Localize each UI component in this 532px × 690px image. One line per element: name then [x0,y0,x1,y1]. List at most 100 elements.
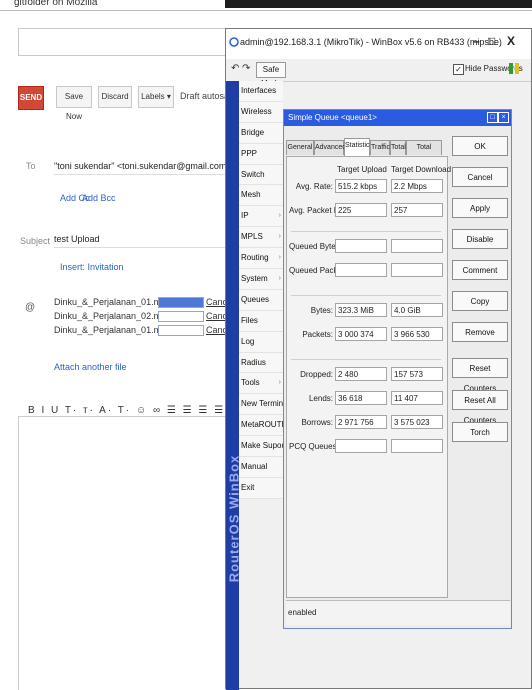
undo-icon[interactable]: ↶ [231,63,239,74]
tab-traffic[interactable]: Traffic [370,140,390,155]
menu-item-manual[interactable]: Manual [239,457,283,478]
menu-item-system[interactable]: System › [239,269,283,290]
save-now-button[interactable]: Save Now [56,86,92,121]
status-text: enabled [288,608,317,617]
group-separator [291,359,441,360]
menu-item-queues[interactable]: Queues [239,289,283,311]
browser-top-text: gitfolder on Mozilla [14,0,98,8]
traffic-yellow-icon [515,63,519,74]
button-torch[interactable]: Torch [452,422,508,442]
menu-item-mesh[interactable]: Mesh [239,185,283,207]
search-input[interactable] [18,28,234,56]
button-apply[interactable]: Apply [452,198,508,218]
field-lends-download[interactable]: 11 407 [391,391,443,405]
tab-advanced[interactable]: Advanced [314,140,346,155]
field-borrows-download[interactable]: 3 575 023 [391,415,443,429]
menu-item-exit[interactable]: Exit [239,477,283,499]
minimize-button[interactable]: – [473,34,480,48]
send-button[interactable]: SEND [18,86,44,110]
menu-item-log[interactable]: Log [239,331,283,353]
subject-label: Subject [20,236,51,246]
button-reset-counters[interactable]: Reset Counters [452,358,508,393]
insert-invitation-link[interactable]: Insert: Invitation [60,262,124,272]
button-copy[interactable]: Copy [452,291,508,311]
redo-icon[interactable]: ↷ [242,63,250,74]
label-packets: Packets: [302,330,333,339]
menu-item-radius[interactable]: Radius [239,352,283,374]
traffic-green-icon [509,63,513,74]
menu-item-mpls[interactable]: MPLS › [239,227,283,249]
upload-progress-fill [159,298,203,307]
field-queued-packets-upload[interactable] [335,263,387,277]
dialog-close-icon[interactable]: × [498,112,509,123]
menu-item-new-terminal[interactable]: New Terminal [239,394,283,416]
menu-item-bridge[interactable]: Bridge [239,122,283,144]
menu-item-files[interactable]: Files [239,310,283,332]
field-queued-bytes-upload[interactable] [335,239,387,253]
button-ok[interactable]: OK [452,136,508,156]
button-cancel[interactable]: Cancel [452,167,508,187]
tab-total-statistics[interactable]: Total Statistics [406,140,442,165]
discard-button[interactable]: Discard [98,86,132,108]
submenu-arrow-icon: › [278,233,281,241]
submenu-arrow-icon: › [278,379,281,387]
menu-item-interfaces[interactable]: Interfaces [239,81,283,102]
field-pcq-queues-download[interactable] [391,439,443,453]
submenu-arrow-icon: › [278,254,281,262]
field-queued-packets-download[interactable] [391,263,443,277]
upload-progress-bar [158,297,204,308]
submenu-arrow-icon: › [278,212,281,220]
menu-item-tools[interactable]: Tools › [239,373,283,395]
winbox-title: admin@192.168.3.1 (MikroTik) - WinBox v5… [240,37,502,47]
tab-total[interactable]: Total [390,140,406,155]
attachment-row: Dinku_&_Perjalanan_01.mp3 5,083K Cance [54,296,232,308]
field-dropped-upload[interactable]: 2 480 [335,367,387,381]
button-disable[interactable]: Disable [452,229,508,249]
field-pcq-queues-upload[interactable] [335,439,387,453]
field-packets-download[interactable]: 3 966 530 [391,327,443,341]
dialog-restore-icon[interactable]: □ [487,112,498,123]
close-button[interactable]: X [507,34,515,48]
attach-another-file-link[interactable]: Attach another file [54,362,127,372]
dialog-title-bar: Simple Queue <queue1> □ × [284,110,511,126]
button-remove[interactable]: Remove [452,322,508,342]
add-bcc-link[interactable]: Add Bcc [82,193,116,203]
upload-progress-bar [158,325,204,336]
upload-progress-bar [158,311,204,322]
tab-statistics[interactable]: Statistics [344,138,373,156]
winbox-title-bar: admin@192.168.3.1 (MikroTik) - WinBox v5… [226,29,531,60]
field-bytes-upload[interactable]: 323.3 MiB [335,303,387,317]
menu-item-switch[interactable]: Switch [239,164,283,186]
subject-field[interactable]: test Upload [54,231,226,248]
field-bytes-download[interactable]: 4.0 GiB [391,303,443,317]
safe-mode-button[interactable]: Safe Mode [256,62,286,88]
tab-general[interactable]: General [286,140,314,155]
menu-item-ppp[interactable]: PPP [239,143,283,165]
menu-item-ip[interactable]: IP › [239,206,283,228]
menu-item-metarouter[interactable]: MetaROUTER [239,415,283,437]
field-lends-upload[interactable]: 36 618 [335,391,387,405]
dialog-status-bar: enabled [286,600,510,625]
group-separator [291,295,441,296]
label-bytes: Bytes: [310,306,333,315]
menu-item-wireless[interactable]: Wireless [239,101,283,123]
button-comment[interactable]: Comment [452,260,508,280]
field-queued-bytes-download[interactable] [391,239,443,253]
labels-button[interactable]: Labels ▾ [138,86,174,108]
maximize-button[interactable]: □ [488,34,495,48]
hide-passwords-checkbox[interactable]: ✓ [453,64,464,75]
field-borrows-upload[interactable]: 2 971 756 [335,415,387,429]
group-separator [291,231,441,232]
menu-item-routing[interactable]: Routing › [239,248,283,270]
field-dropped-download[interactable]: 157 573 [391,367,443,381]
to-field[interactable]: "toni sukendar" <toni.sukendar@gmail.com… [54,158,226,175]
winbox-taskbar-strip [225,0,532,8]
formatting-toolbar[interactable]: B I U T· ᴛ· A· T· ☺ ∞ ☰ ☰ ☰ ☰ ❞ ☰ [28,405,253,416]
field-avg-packet-rate-upload[interactable]: 225 [335,203,387,217]
field-avg-rate-download[interactable]: 2.2 Mbps [391,179,443,193]
field-avg-rate-upload[interactable]: 515.2 kbps [335,179,387,193]
menu-item-make-supout-rif[interactable]: Make Supout.rif [239,436,283,458]
button-reset-all-counters[interactable]: Reset All Counters [452,390,508,425]
field-packets-upload[interactable]: 3 000 374 [335,327,387,341]
field-avg-packet-rate-download[interactable]: 257 [391,203,443,217]
